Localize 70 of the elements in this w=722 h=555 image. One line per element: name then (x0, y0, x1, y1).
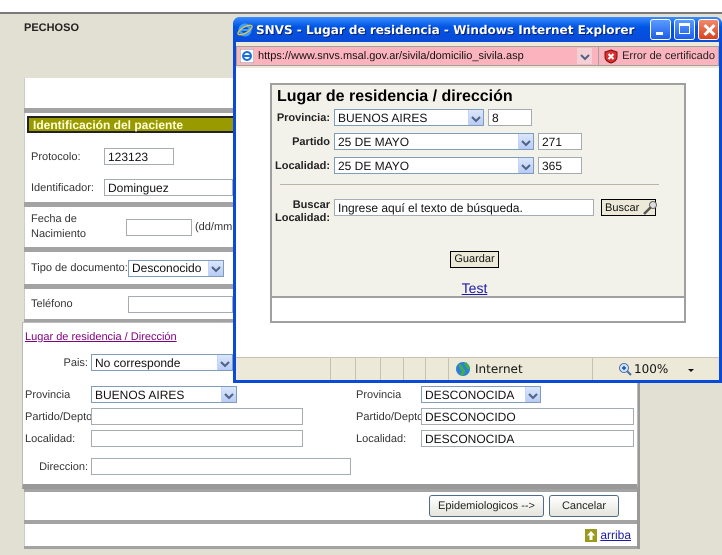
section-link[interactable]: Lugar de residencia / Dirección (25, 331, 177, 343)
caret-icon (688, 368, 694, 372)
save-button[interactable]: Guardar (450, 250, 499, 268)
input-field[interactable]: 271 (538, 133, 582, 150)
chevron-icon (208, 260, 223, 276)
field-label: Localidad: (356, 432, 408, 444)
input-field[interactable]: DESCONOCIDO (421, 408, 634, 425)
input-field[interactable] (91, 458, 351, 475)
search-icon (642, 200, 658, 215)
minimize-button[interactable] (650, 19, 671, 40)
shield-error-icon (604, 48, 618, 64)
select-field[interactable]: 25 DE MAYO (334, 133, 534, 150)
field-label: Direccion: (38, 460, 89, 472)
input-field[interactable] (91, 430, 303, 447)
next-button[interactable]: Epidemiologicos --> (429, 495, 544, 517)
field-label: Localidad: (25, 432, 76, 444)
input-field[interactable]: DESCONOCIDA (421, 430, 634, 447)
field-label: Localidad: (275, 160, 330, 172)
select-field[interactable]: BUENOS AIRES (91, 386, 237, 403)
field-label: Buscar Localidad: (275, 199, 330, 225)
zoom-icon (618, 362, 632, 376)
up-arrow-icon (585, 528, 598, 542)
field-label: Provincia (25, 388, 72, 400)
input-field[interactable]: Ingrese aquí el texto de búsqueda. (334, 199, 594, 216)
chevron-icon[interactable] (577, 48, 592, 64)
address-bar[interactable]: https://www.snvs.msal.gov.ar/sivila/domicilio_sivila.asp Error de certificado (236, 46, 719, 66)
chevron-icon (468, 110, 483, 125)
input-field[interactable]: Dominguez (104, 179, 233, 196)
maximize-button[interactable] (674, 19, 695, 40)
input-field[interactable]: 123123 (104, 148, 174, 165)
format-hint: (dd/mm (195, 221, 232, 233)
search-button[interactable]: Buscar (601, 199, 656, 216)
globe-icon (455, 361, 471, 377)
chevron-icon (221, 387, 236, 402)
input-field[interactable]: 365 (538, 157, 582, 174)
field-label: Protocolo: (31, 150, 82, 162)
field-label: Pais: (62, 356, 89, 368)
field-label: Identificador: (31, 182, 95, 194)
field-label: Teléfono (31, 298, 74, 310)
test-link[interactable]: Test (462, 280, 488, 296)
select-field[interactable]: 25 DE MAYO (334, 157, 534, 174)
field-label: Partido (291, 136, 330, 148)
field-label: Fecha de Nacimiento (31, 212, 88, 242)
page-icon (240, 49, 254, 63)
select-field[interactable]: DESCONOCIDA (421, 386, 541, 403)
top-link[interactable]: arriba (600, 528, 631, 542)
cancel-button[interactable]: Cancelar (549, 495, 619, 517)
input-field[interactable] (128, 296, 233, 312)
field-label: Tipo de documento: (31, 262, 128, 274)
field-label: Partido/Depto (25, 410, 91, 422)
window-title: SNVS - Lugar de residencia - Windows Internet Explorer (256, 22, 636, 36)
chevron-icon (525, 387, 540, 402)
close-button[interactable] (698, 19, 719, 40)
chevron-icon (518, 158, 533, 173)
field-label: Provincia (356, 388, 402, 400)
input-field[interactable] (91, 408, 303, 425)
chevron-icon (217, 355, 232, 370)
certificate-error[interactable]: Error de certificado (622, 50, 715, 62)
page-heading: PECHOSO (24, 22, 80, 34)
chevron-icon (518, 134, 533, 149)
select-field[interactable]: No corresponde (91, 354, 233, 371)
select-field[interactable]: Desconocido (128, 260, 224, 276)
security-zone: Internet (475, 362, 523, 376)
input-field[interactable]: 8 (488, 109, 532, 126)
zoom-level[interactable]: 100% (634, 362, 668, 376)
input-field[interactable] (126, 218, 192, 236)
field-label: Partido/Depto (356, 410, 421, 422)
browser-icon (237, 22, 253, 38)
select-field[interactable]: BUENOS AIRES (334, 109, 484, 126)
dialog-heading: Lugar de residencia / dirección (277, 88, 514, 106)
